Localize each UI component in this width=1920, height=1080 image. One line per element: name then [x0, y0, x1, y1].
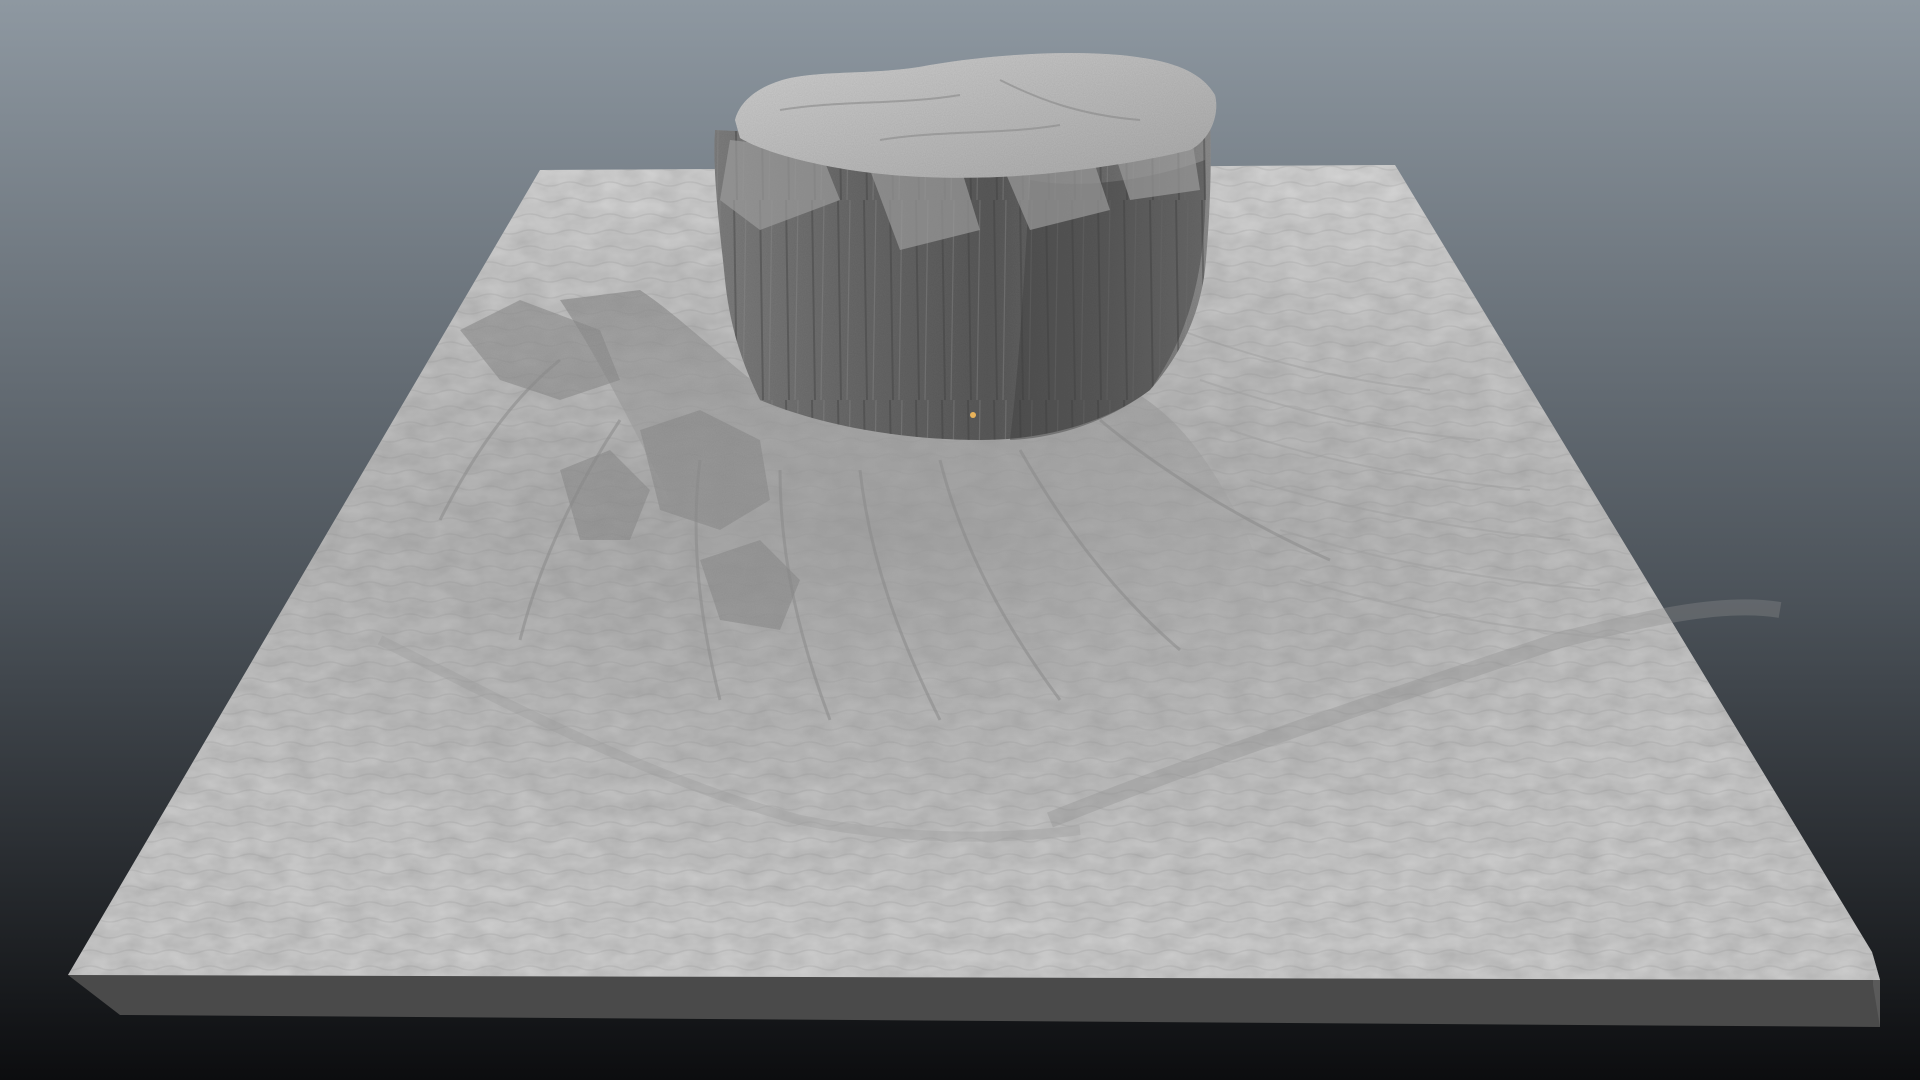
terrain-scene[interactable]: [0, 0, 1920, 1080]
light-marker: [970, 412, 976, 418]
3d-viewport[interactable]: [0, 0, 1920, 1080]
butte-formation: [714, 53, 1217, 440]
